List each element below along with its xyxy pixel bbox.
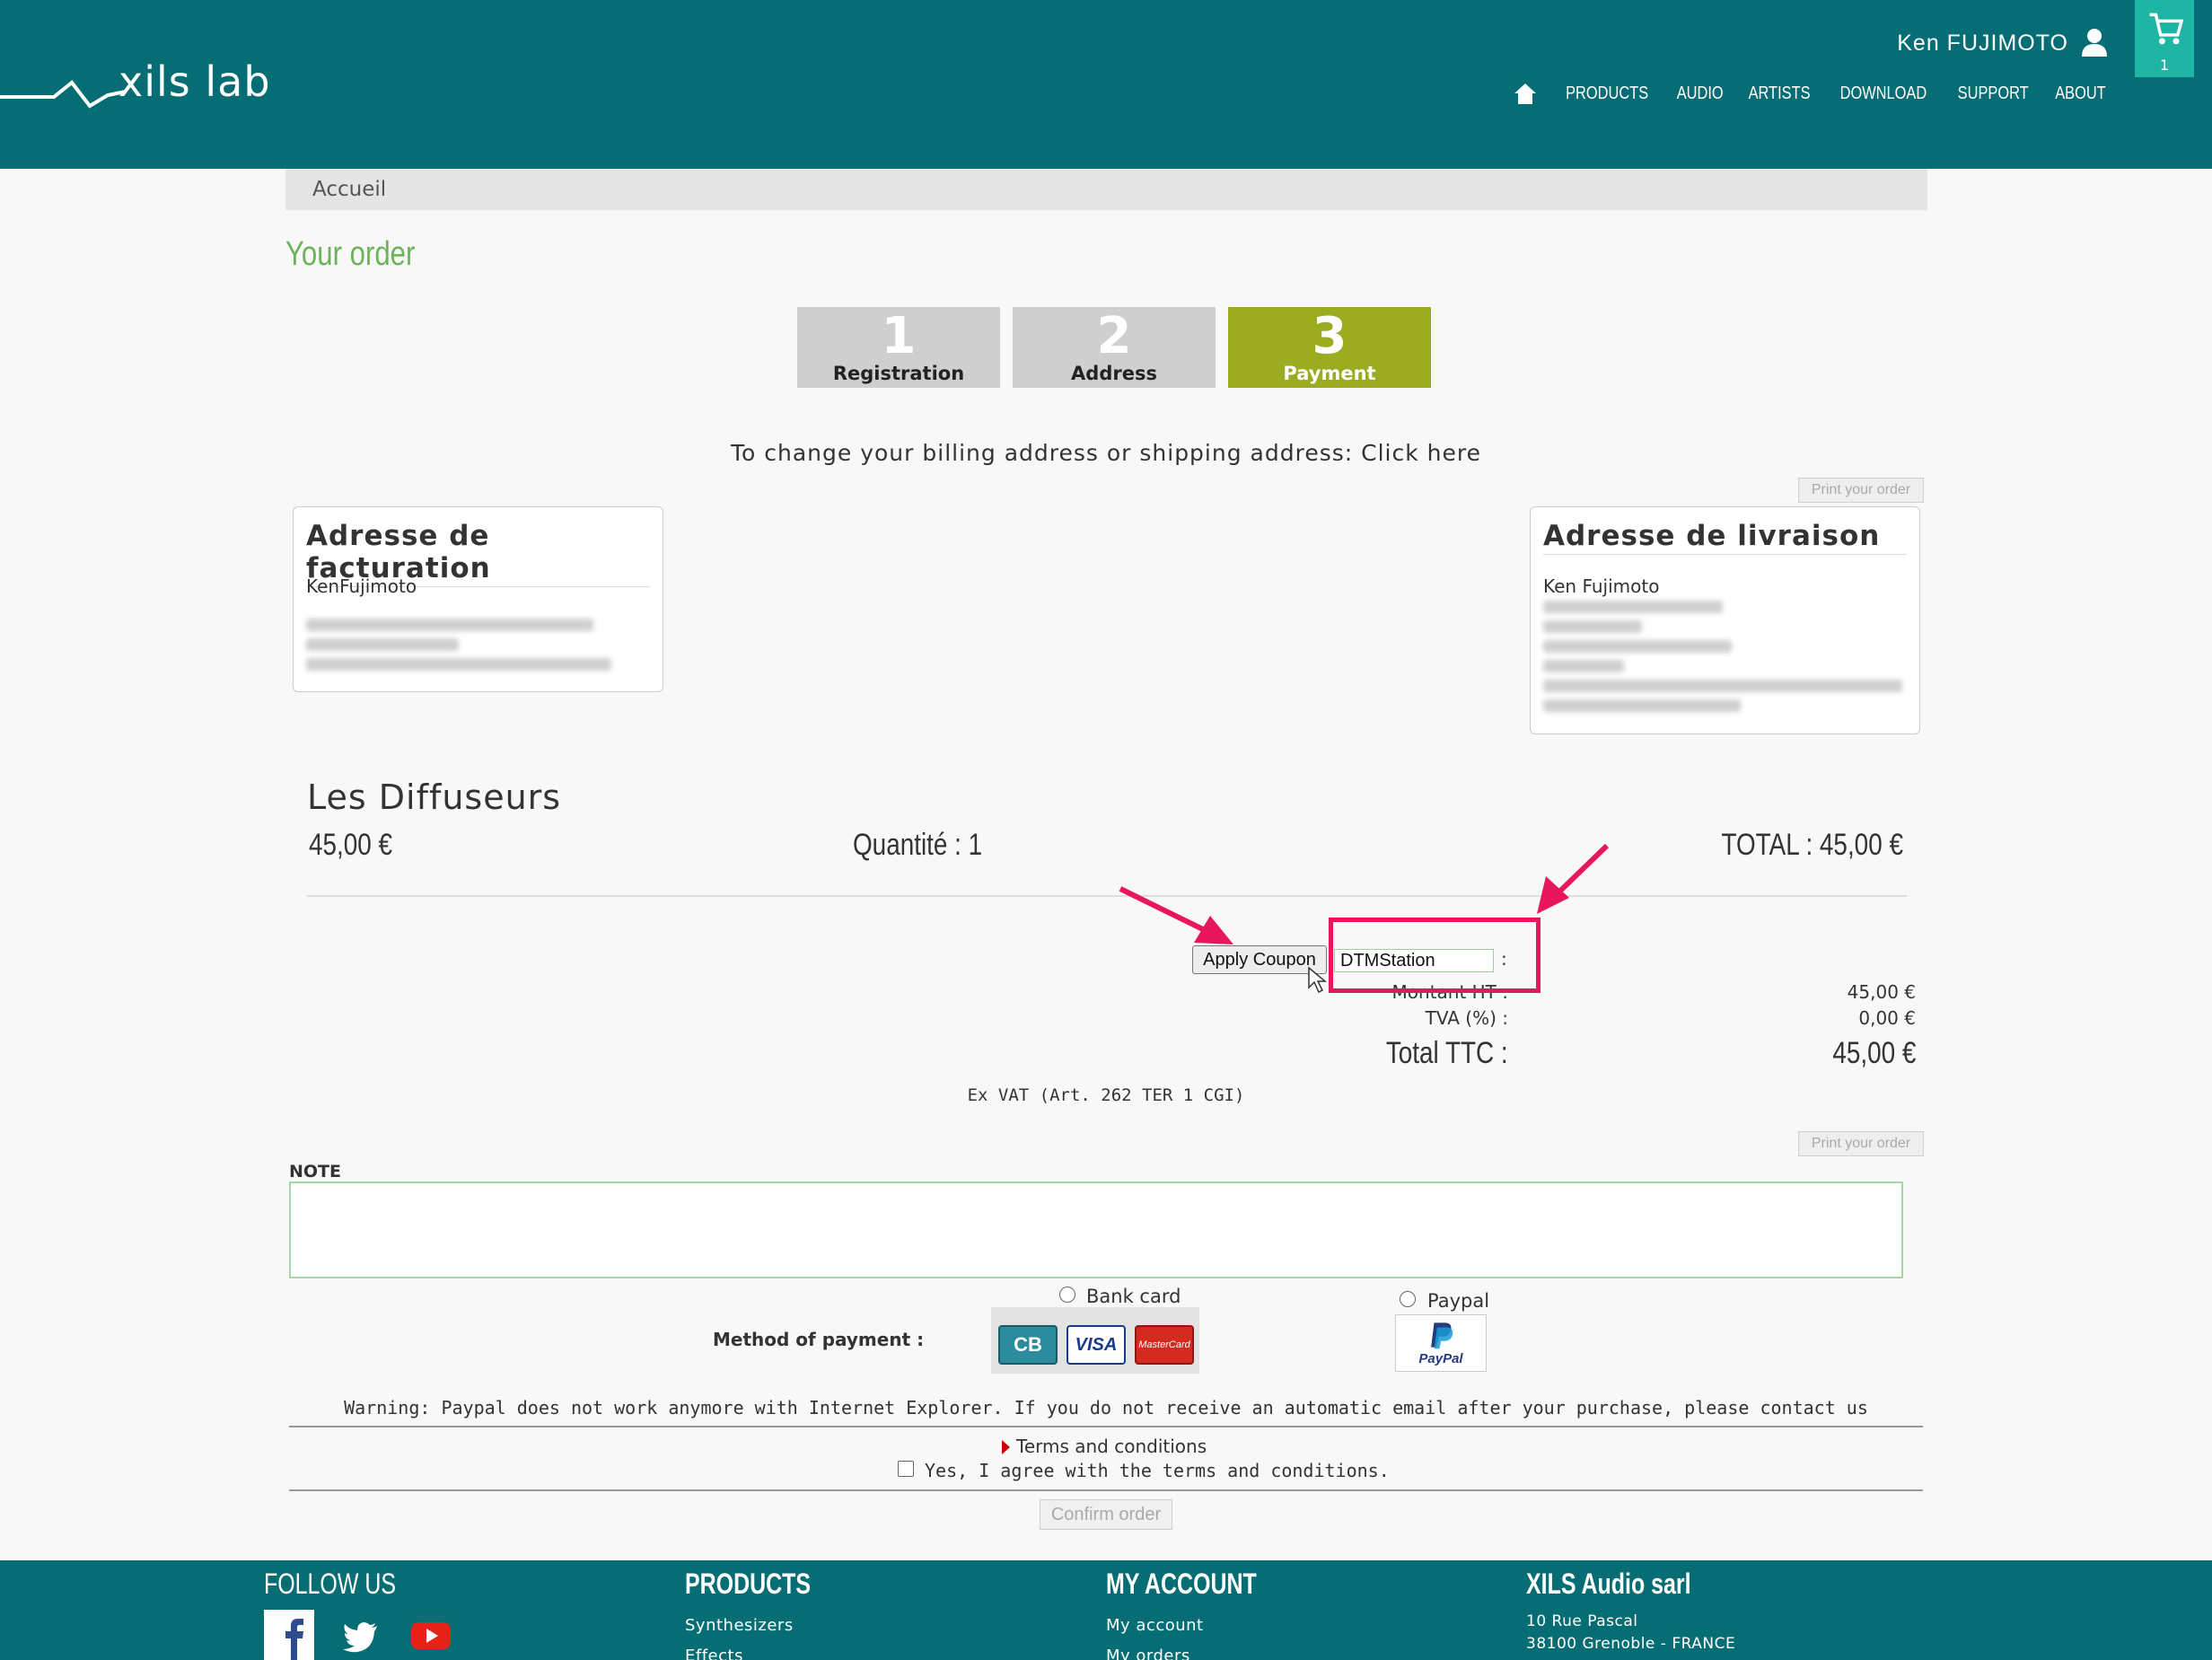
step-registration[interactable]: 1 Registration — [797, 307, 1000, 388]
visa-card-text: VISA — [1075, 1335, 1118, 1355]
redacted-line — [1543, 601, 1723, 613]
cart-button[interactable]: 1 — [2135, 0, 2194, 77]
cart-count: 1 — [2159, 57, 2170, 74]
step-payment[interactable]: 3 Payment — [1228, 307, 1431, 388]
ex-vat-note: Ex VAT (Art. 262 TER 1 CGI) — [967, 1085, 1245, 1105]
footer-company-heading: XILS Audio sarl — [1526, 1568, 1691, 1600]
total-ttc-label: Total TTC : — [1386, 1036, 1508, 1070]
shipping-address-title: Adresse de livraison — [1543, 520, 1907, 555]
footer-account-heading: MY ACCOUNT — [1106, 1568, 1257, 1600]
billing-name: KenFujimoto — [306, 575, 417, 597]
total-ttc-value: 45,00 € — [1831, 1036, 1916, 1070]
note-label: NOTE — [289, 1162, 341, 1181]
footer-address-line-2: 38100 Grenoble - FRANCE — [1526, 1635, 1736, 1653]
change-address-link[interactable]: To change your billing address or shippi… — [0, 440, 2212, 466]
step-address[interactable]: 2 Address — [1013, 307, 1216, 388]
step-label: Address — [1071, 363, 1157, 384]
divider — [307, 895, 1907, 897]
page-title: Your order — [285, 235, 416, 273]
breadcrumb: Accueil — [285, 169, 1927, 210]
redacted-line — [1543, 699, 1741, 712]
nav-artists[interactable]: ARTISTS — [1748, 83, 1810, 104]
user-icon[interactable] — [2079, 27, 2110, 57]
facebook-glyph — [285, 1619, 303, 1660]
shipping-address-box: Adresse de livraison Ken Fujimoto — [1530, 506, 1920, 734]
montant-ht-value: 45,00 € — [1847, 981, 1916, 1003]
footer-link-synthesizers[interactable]: Synthesizers — [685, 1616, 794, 1635]
mastercard-icon: MasterCard — [1135, 1325, 1194, 1365]
print-order-button[interactable]: Print your order — [1798, 478, 1924, 503]
paypal-logo: PayPal — [1395, 1314, 1487, 1372]
redacted-line — [1543, 660, 1624, 672]
nav-products[interactable]: PRODUCTS — [1566, 83, 1648, 104]
visa-card-icon: VISA — [1066, 1325, 1126, 1365]
paypal-p-icon — [1431, 1322, 1453, 1349]
divider — [289, 1426, 1923, 1427]
footer-follow-heading: FOLLOW US — [264, 1568, 397, 1600]
redacted-line — [306, 619, 593, 631]
bank-card-label: Bank card — [1086, 1286, 1181, 1307]
coupon-highlight-box — [1329, 918, 1540, 993]
step-label: Registration — [832, 363, 965, 384]
product-price: 45,00 € — [309, 828, 393, 862]
facebook-icon[interactable] — [264, 1610, 314, 1660]
product-quantity: Quantité : 1 — [853, 828, 983, 862]
step-number: 2 — [1096, 307, 1132, 365]
logo-text[interactable]: xils lab — [118, 57, 271, 106]
home-icon[interactable] — [1513, 81, 1538, 106]
step-number: 1 — [881, 307, 917, 365]
nav-audio[interactable]: AUDIO — [1676, 83, 1723, 104]
note-textarea[interactable] — [289, 1181, 1903, 1278]
nav-download[interactable]: DOWNLOAD — [1840, 83, 1927, 104]
nav-about[interactable]: ABOUT — [2055, 83, 2106, 104]
redacted-line — [1543, 680, 1902, 692]
tva-label: TVA (%) : — [1425, 1007, 1508, 1029]
paypal-warning: Warning: Paypal does not work anymore wi… — [344, 1397, 1868, 1418]
terms-expand-icon[interactable] — [1002, 1440, 1010, 1454]
tva-value: 0,00 € — [1858, 1007, 1916, 1029]
agree-terms-label: Yes, I agree with the terms and conditio… — [925, 1460, 1390, 1481]
twitter-icon[interactable] — [336, 1610, 386, 1660]
product-name: Les Diffuseurs — [307, 777, 562, 817]
paypal-label: Paypal — [1427, 1290, 1490, 1312]
main-nav: PRODUCTS AUDIO ARTISTS DOWNLOAD SUPPORT … — [1513, 81, 2106, 106]
paypal-logo-text: PayPal — [1418, 1351, 1463, 1366]
redacted-line — [306, 638, 459, 651]
step-label: Payment — [1283, 363, 1376, 384]
mastercard-text: MasterCard — [1138, 1339, 1190, 1350]
bank-card-radio[interactable] — [1059, 1287, 1075, 1303]
billing-address-box: Adresse de facturation KenFujimoto — [293, 506, 663, 692]
footer-address-line-1: 10 Rue Pascal — [1526, 1612, 1638, 1630]
user-name-link[interactable]: Ken FUJIMOTO — [1897, 31, 2068, 57]
shipping-name: Ken Fujimoto — [1543, 575, 1660, 597]
footer-link-effects[interactable]: Effects — [685, 1647, 743, 1660]
youtube-icon[interactable] — [406, 1610, 456, 1660]
step-number: 3 — [1312, 307, 1347, 365]
breadcrumb-home-link[interactable]: Accueil — [312, 178, 386, 201]
redacted-line — [1543, 620, 1642, 633]
twitter-glyph — [343, 1622, 377, 1653]
cb-card-text: CB — [1014, 1333, 1042, 1356]
agree-terms-checkbox[interactable] — [898, 1461, 914, 1477]
payment-method-label: Method of payment : — [713, 1329, 925, 1350]
terms-link[interactable]: Terms and conditions — [1016, 1436, 1207, 1457]
mouse-cursor-icon — [1308, 966, 1327, 994]
youtube-glyph — [411, 1622, 451, 1649]
redacted-line — [306, 658, 611, 671]
footer-products-heading: PRODUCTS — [685, 1568, 812, 1600]
redacted-line — [1543, 640, 1732, 653]
cb-card-icon: CB — [998, 1325, 1058, 1365]
nav-support[interactable]: SUPPORT — [1957, 83, 2028, 104]
footer-link-my-orders[interactable]: My orders — [1106, 1647, 1190, 1660]
product-total: TOTAL : 45,00 € — [1721, 828, 1903, 862]
print-order-button-2[interactable]: Print your order — [1798, 1131, 1924, 1156]
site-header: xils lab Ken FUJIMOTO 1 PRODUCTS AUDIO A… — [0, 0, 2212, 169]
divider — [289, 1489, 1923, 1491]
cart-icon — [2149, 13, 2184, 45]
confirm-order-button[interactable]: Confirm order — [1040, 1499, 1172, 1530]
paypal-radio[interactable] — [1400, 1291, 1416, 1307]
footer-link-my-account[interactable]: My account — [1106, 1616, 1204, 1635]
